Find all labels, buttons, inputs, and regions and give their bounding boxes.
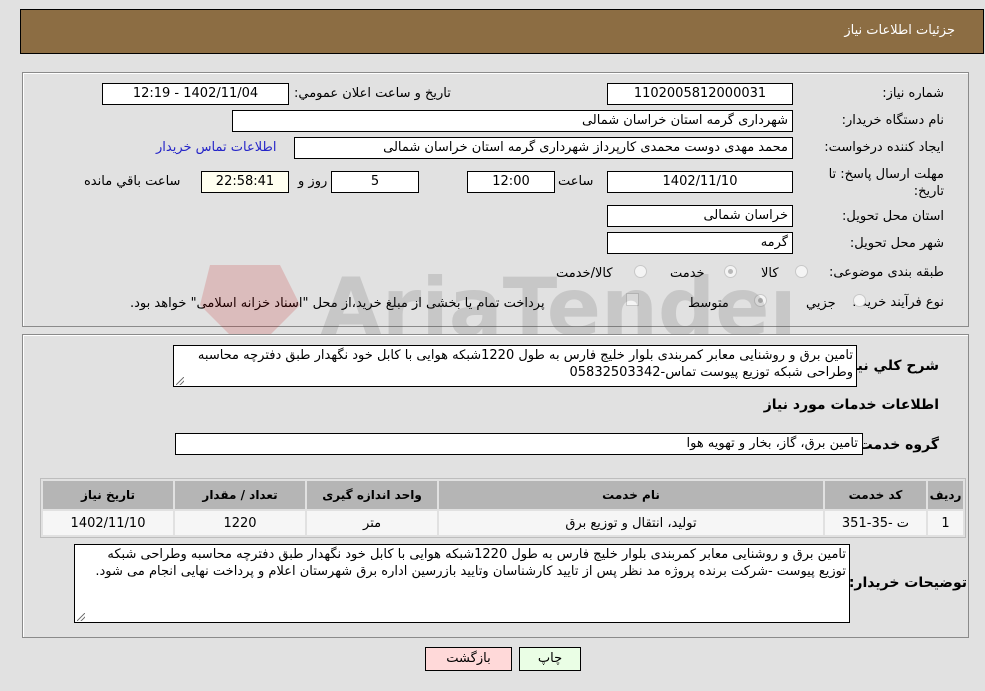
delivery-province-label: استان محل تحویل: [842, 209, 944, 224]
page-header: جزئیات اطلاعات نیاز [20, 9, 984, 54]
col-header-unit: واحد اندازه گيری [307, 481, 438, 509]
col-header-service-code: کد خدمت [824, 481, 927, 509]
resize-grip-icon[interactable] [176, 377, 184, 385]
services-table: رديف کد خدمت نام خدمت واحد اندازه گيری ت… [40, 478, 966, 538]
buyer-org-field: شهرداری گرمه استان خراسان شمالی [232, 110, 793, 132]
category-radio-goods-service[interactable] [634, 265, 647, 278]
general-description-textarea[interactable]: تامین برق و روشنایی معابر کمربندی بلوار … [173, 345, 857, 387]
purchase-type-option-medium: متوسط [688, 296, 729, 311]
delivery-city-label: شهر محل تحویل: [849, 236, 944, 251]
need-number-field: 1102005812000031 [607, 83, 793, 105]
deadline-time-label: ساعت [558, 174, 594, 189]
category-option-goods-service: کالا/خدمت [556, 266, 613, 281]
time-remaining-field: 22:58:41 [201, 171, 289, 193]
col-header-quantity: تعداد / مقدار [175, 481, 306, 509]
general-description-text: تامین برق و روشنایی معابر کمربندی بلوار … [197, 348, 853, 380]
delivery-city-field: گرمه [607, 232, 793, 254]
announce-datetime-label: تاریخ و ساعت اعلان عمومي: [294, 86, 451, 101]
deadline-time-field: 12:00 [467, 171, 555, 193]
buyer-notes-text: تامین برق و روشنایی معابر کمربندی بلوار … [95, 547, 846, 579]
purchase-type-radio-medium[interactable] [754, 294, 767, 307]
resize-grip-icon[interactable] [77, 613, 85, 621]
requester-label: ايجاد کننده درخواست: [824, 140, 944, 155]
buyer-org-label: نام دستگاه خريدار: [841, 113, 944, 128]
cell-unit: متر [307, 511, 438, 535]
back-button[interactable]: بازگشت [425, 647, 512, 671]
table-row: 1 ت -35-351 تولید، انتقال و توزیع برق مت… [43, 511, 963, 535]
purchase-type-option-minor: جزيي [806, 296, 836, 311]
category-option-service: خدمت [670, 266, 705, 281]
days-remaining-field: 5 [331, 171, 419, 193]
announce-datetime-field: 1402/11/04 - 12:19 [102, 83, 289, 105]
deadline-date-field: 1402/11/10 [607, 171, 793, 193]
buyer-contact-link[interactable]: اطلاعات تماس خریدار [156, 140, 276, 155]
delivery-province-field: خراسان شمالی [607, 205, 793, 227]
col-header-service-name: نام خدمت [439, 481, 823, 509]
time-remaining-label: ساعت باقي مانده [84, 174, 181, 189]
purchase-type-label: نوع فرآیند خرید : [852, 295, 944, 310]
page-title: جزئیات اطلاعات نیاز [844, 23, 955, 38]
category-label: طبقه بندی موضوعی: [828, 265, 944, 280]
deadline-label: مهلت ارسال پاسخ: تا تاریخ: [828, 167, 944, 199]
cell-row-number: 1 [928, 511, 963, 535]
cell-service-code: ت -35-351 [824, 511, 927, 535]
cell-need-date: 1402/11/10 [43, 511, 174, 535]
cell-service-name: تولید، انتقال و توزیع برق [439, 511, 823, 535]
requester-field: محمد مهدی دوست محمدی کارپرداز شهرداری گر… [294, 137, 793, 159]
buyer-notes-label: توضيحات خريدار: [848, 575, 967, 591]
col-header-row-number: رديف [928, 481, 963, 509]
need-number-label: شماره نیاز: [882, 86, 944, 101]
treasury-note: پرداخت تمام یا بخشی از مبلغ خرید،از محل … [130, 296, 545, 311]
cell-quantity: 1220 [175, 511, 306, 535]
services-section-title: اطلاعات خدمات مورد نياز [763, 397, 939, 413]
print-button[interactable]: چاپ [519, 647, 581, 671]
services-table-header-row: رديف کد خدمت نام خدمت واحد اندازه گيری ت… [43, 481, 963, 509]
service-group-field: تامین برق، گاز، بخار و تهویه هوا [175, 433, 863, 455]
category-radio-service[interactable] [724, 265, 737, 278]
col-header-need-date: تاريخ نياز [43, 481, 174, 509]
purchase-type-radio-minor[interactable] [853, 294, 866, 307]
category-radio-goods[interactable] [795, 265, 808, 278]
category-option-goods: کالا [761, 266, 779, 281]
treasury-checkbox[interactable] [626, 293, 639, 306]
buyer-notes-textarea[interactable]: تامین برق و روشنایی معابر کمربندی بلوار … [74, 544, 850, 623]
days-label: روز و [298, 174, 328, 189]
service-group-label: گروه خدمت: [853, 437, 939, 453]
